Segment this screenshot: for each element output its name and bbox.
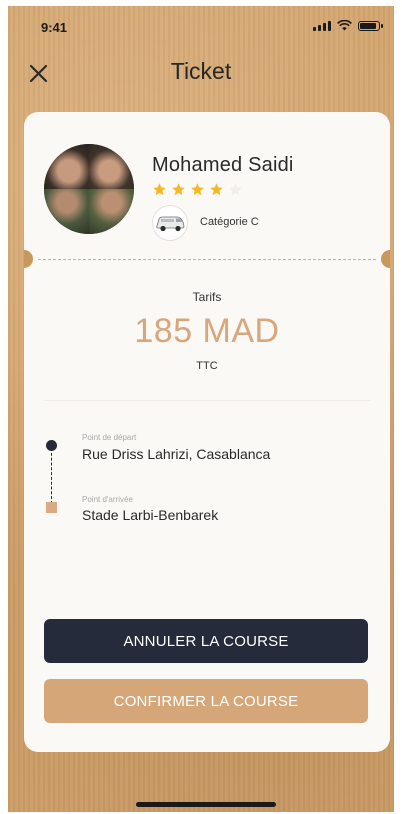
star-icon [229, 183, 242, 196]
ticket-notch-left [24, 250, 33, 268]
departure-marker-icon [46, 440, 57, 451]
divider [44, 400, 370, 401]
star-icon [210, 183, 223, 196]
ticket-tear-line [38, 259, 376, 260]
cancel-ride-button[interactable]: ANNULER LA COURSE [44, 619, 368, 663]
arrival-address: Stade Larbi-Benbarek [82, 507, 219, 523]
departure-caption: Point de départ [82, 433, 137, 442]
departure-address: Rue Driss Lahrizi, Casablanca [82, 446, 271, 462]
ticket-card: Mohamed Saidi Catégorie C Tarifs 185 MAD… [24, 112, 390, 752]
route-line [51, 448, 52, 504]
star-icon [153, 183, 166, 196]
vehicle-category: Catégorie C [200, 216, 259, 228]
confirm-ride-button[interactable]: CONFIRMER LA COURSE [44, 679, 368, 723]
home-indicator [136, 802, 276, 807]
status-icons [313, 20, 383, 31]
price-tax: TTC [196, 360, 218, 372]
status-bar: 9:41 [8, 6, 394, 44]
wifi-icon [337, 20, 352, 31]
star-icon [172, 183, 185, 196]
ticket-notch-right [381, 250, 390, 268]
driver-rating [152, 182, 243, 197]
price-value: 185 MAD [134, 312, 280, 350]
van-icon [152, 205, 188, 241]
star-icon [191, 183, 204, 196]
phone-screen: 9:41 Ticket Mohamed Saidi Catégorie C Ta… [8, 6, 394, 812]
signal-icon [313, 20, 331, 31]
status-time: 9:41 [41, 20, 68, 35]
price-label: Tarifs [192, 290, 222, 304]
arrival-marker-icon [46, 502, 57, 513]
page-title: Ticket [170, 58, 232, 84]
driver-name: Mohamed Saidi [152, 154, 294, 176]
driver-avatar [44, 144, 134, 234]
battery-icon [358, 21, 383, 31]
arrival-caption: Point d'arrivée [82, 495, 133, 504]
